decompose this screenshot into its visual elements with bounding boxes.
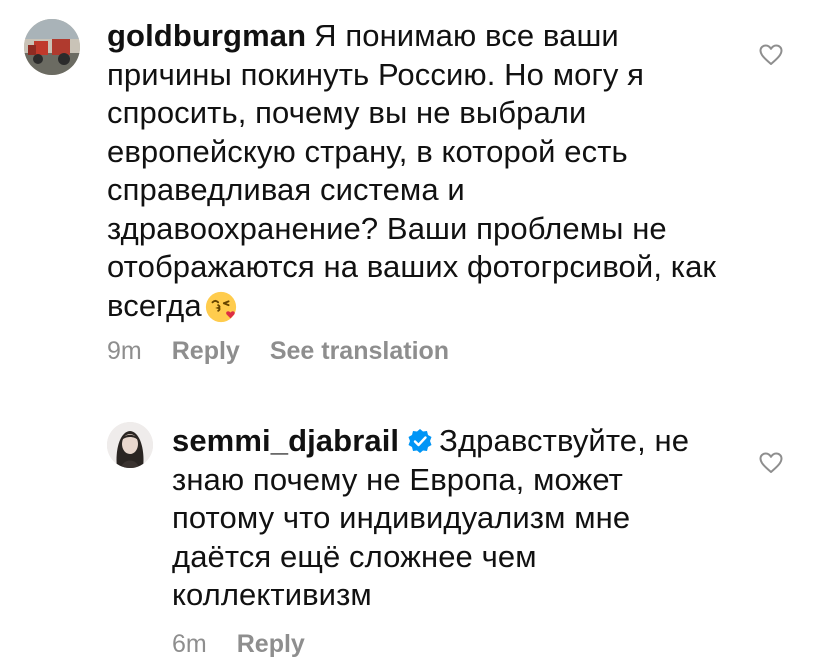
comment-time: 9m <box>107 337 142 365</box>
see-translation-button[interactable]: See translation <box>270 337 449 365</box>
avatar[interactable] <box>107 422 153 468</box>
reply-button[interactable]: Reply <box>172 337 240 365</box>
heart-outline-icon[interactable] <box>759 44 783 66</box>
comment-text-block: semmi_djabrail Здравствуйте, не знаю поч… <box>172 422 712 615</box>
comment-text-block: goldburgman Я понимаю все ваши причины по… <box>107 17 727 325</box>
comment-goldburgman: goldburgman Я понимаю все ваши причины по… <box>0 0 828 380</box>
comment-semmi-djabrail: semmi_djabrail Здравствуйте, не знаю поч… <box>0 400 828 666</box>
avatar-photo <box>107 422 153 468</box>
comment-meta: 6m Reply <box>172 630 305 659</box>
comment-text: Я понимаю все ваши причины покинуть Росс… <box>107 18 717 323</box>
heart-outline-icon[interactable] <box>759 452 783 474</box>
comment-time: 6m <box>172 630 207 658</box>
kissing-face-with-heart-emoji <box>205 291 236 322</box>
reply-button[interactable]: Reply <box>237 630 305 658</box>
comment-username[interactable]: goldburgman <box>107 18 306 53</box>
avatar-photo <box>24 19 80 75</box>
verified-badge-icon <box>408 429 432 453</box>
avatar[interactable] <box>24 19 80 75</box>
comment-username[interactable]: semmi_djabrail <box>172 423 399 458</box>
comment-meta: 9m Reply See translation <box>107 337 449 366</box>
